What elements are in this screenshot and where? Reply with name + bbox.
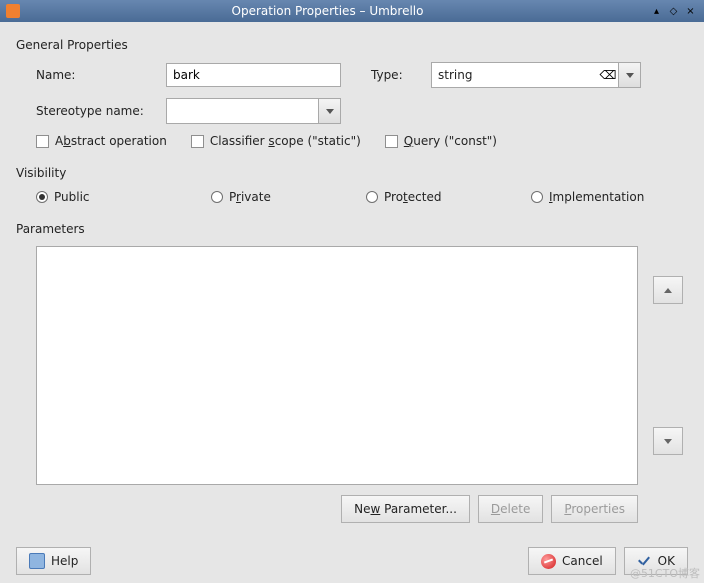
close-button[interactable]: × [683, 4, 698, 19]
parameters-list[interactable] [36, 246, 638, 485]
radio-icon [36, 191, 48, 203]
classifier-label: Classifier scope ("static") [210, 134, 361, 148]
type-combobox[interactable]: string ⌫ [431, 62, 641, 88]
visibility-section-title: Visibility [16, 166, 688, 180]
public-radio[interactable]: Public [36, 190, 211, 204]
type-value: string [432, 63, 598, 87]
radio-icon [366, 191, 378, 203]
stereotype-label: Stereotype name: [36, 104, 166, 118]
arrow-up-icon [664, 288, 672, 293]
implementation-label: Implementation [549, 190, 644, 204]
stereotype-row: Stereotype name: [36, 98, 688, 124]
properties-button[interactable]: Properties [551, 495, 638, 523]
radio-icon [531, 191, 543, 203]
help-button[interactable]: Help [16, 547, 91, 575]
ok-button[interactable]: OK [624, 547, 688, 575]
name-label: Name: [36, 68, 166, 82]
move-up-button[interactable] [653, 276, 683, 304]
chevron-down-icon [326, 109, 334, 114]
stereotype-combobox[interactable] [166, 98, 341, 124]
abstract-label: Abstract operation [55, 134, 167, 148]
general-section-title: General Properties [16, 38, 688, 52]
query-label: Query ("const") [404, 134, 497, 148]
parameters-area: New Parameter... Delete Properties [16, 246, 688, 523]
help-icon [29, 553, 45, 569]
stereotype-dropdown-button[interactable] [318, 99, 340, 123]
name-row: Name: Type: string ⌫ [36, 62, 688, 88]
checkbox-row: Abstract operation Classifier scope ("st… [36, 134, 688, 148]
bottom-bar: Help Cancel OK [16, 537, 688, 575]
parameters-section-title: Parameters [16, 222, 688, 236]
private-radio[interactable]: Private [211, 190, 366, 204]
visibility-radio-group: Public Private Protected Implementation [36, 190, 688, 204]
shade-button[interactable]: ▴ [649, 4, 664, 19]
checkbox-icon [191, 135, 204, 148]
maximize-button[interactable]: ◇ [666, 4, 681, 19]
name-input[interactable] [166, 63, 341, 87]
cancel-icon [541, 554, 556, 569]
move-down-button[interactable] [653, 427, 683, 455]
dialog-body: General Properties Name: Type: string ⌫ … [0, 22, 704, 583]
checkbox-icon [385, 135, 398, 148]
query-checkbox[interactable]: Query ("const") [385, 134, 497, 148]
type-dropdown-button[interactable] [618, 63, 640, 87]
radio-icon [211, 191, 223, 203]
ok-icon [637, 554, 652, 569]
stereotype-value [167, 99, 318, 123]
protected-radio[interactable]: Protected [366, 190, 531, 204]
type-label: Type: [371, 68, 431, 82]
title-bar: Operation Properties – Umbrello ▴ ◇ × [0, 0, 704, 22]
arrow-down-icon [664, 439, 672, 444]
chevron-down-icon [626, 73, 634, 78]
clear-icon[interactable]: ⌫ [598, 63, 618, 87]
public-label: Public [54, 190, 90, 204]
new-parameter-button[interactable]: New Parameter... [341, 495, 470, 523]
checkbox-icon [36, 135, 49, 148]
protected-label: Protected [384, 190, 441, 204]
delete-button[interactable]: Delete [478, 495, 543, 523]
cancel-button[interactable]: Cancel [528, 547, 616, 575]
abstract-checkbox[interactable]: Abstract operation [36, 134, 167, 148]
private-label: Private [229, 190, 271, 204]
window-title: Operation Properties – Umbrello [6, 4, 649, 18]
classifier-scope-checkbox[interactable]: Classifier scope ("static") [191, 134, 361, 148]
implementation-radio[interactable]: Implementation [531, 190, 644, 204]
